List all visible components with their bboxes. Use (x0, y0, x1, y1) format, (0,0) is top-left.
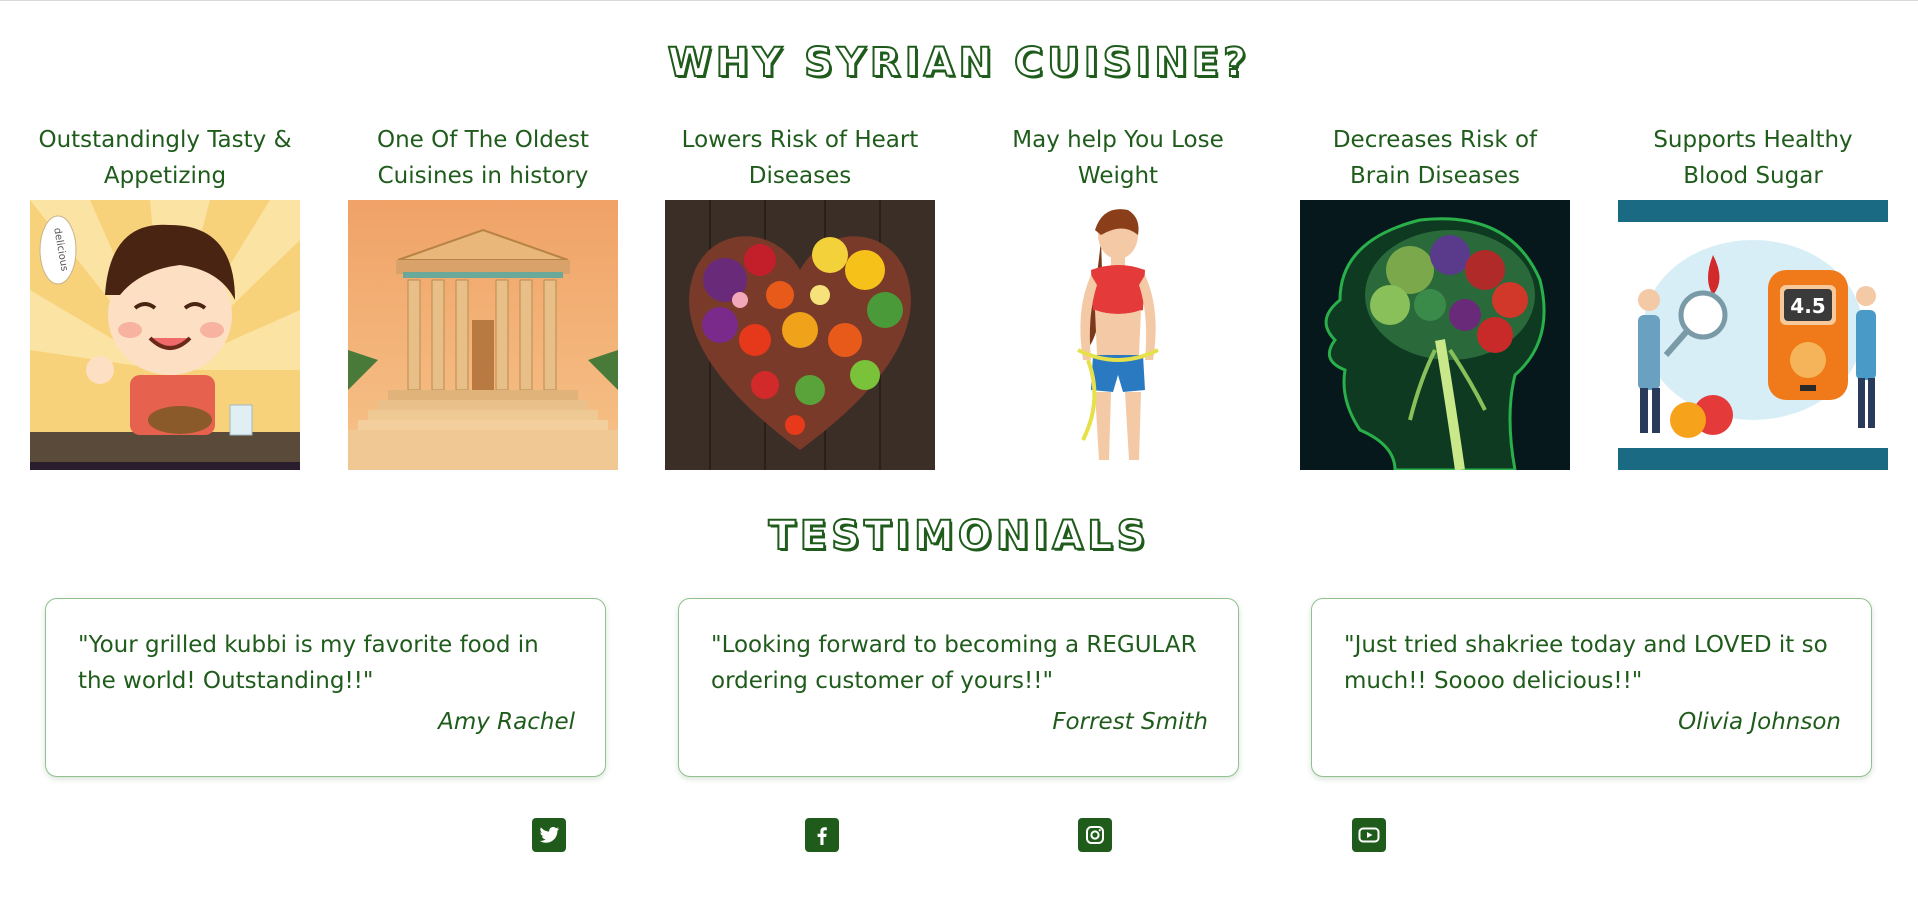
benefit-oldest: One Of The Oldest Cuisines in history (348, 116, 618, 470)
boy-tasting-food-image: delicious (30, 200, 300, 470)
ancient-temple-image (348, 200, 618, 470)
benefit-caption: Supports Healthy Blood Sugar (1653, 127, 1853, 189)
benefit-brain: Decreases Risk of Brain Diseases (1300, 116, 1570, 470)
testimonial-quote: "Your grilled kubbi is my favorite food … (78, 632, 539, 694)
testimonial-author: Olivia Johnson (1678, 709, 1841, 735)
benefit-blood-sugar: Supports Healthy Blood Sugar 4.5 (1618, 116, 1888, 470)
benefit-caption: Decreases Risk of Brain Diseases (1332, 127, 1538, 189)
testimonial-author: Forrest Smith (1052, 709, 1208, 735)
youtube-icon[interactable] (1352, 818, 1386, 852)
testimonial-quote: "Just tried shakriee today and LOVED it … (1344, 632, 1828, 694)
benefit-caption: Outstandingly Tasty & Appetizing (38, 127, 292, 189)
benefit-heart: Lowers Risk of Heart Diseases (665, 116, 935, 470)
social-links (0, 818, 1918, 858)
testimonial-card: "Just tried shakriee today and LOVED it … (1311, 598, 1872, 777)
top-divider (0, 0, 1918, 1)
woman-measuring-waist-image (983, 200, 1253, 470)
benefit-caption: May help You Lose Weight (1012, 127, 1224, 189)
testimonial-author: Amy Rachel (438, 709, 575, 735)
benefit-caption: One Of The Oldest Cuisines in history (377, 127, 589, 189)
benefit-tasty: Outstandingly Tasty & Appetizing delicio… (30, 116, 300, 470)
testimonial-card: "Looking forward to becoming a REGULAR o… (678, 598, 1239, 777)
benefits-row: Outstandingly Tasty & Appetizing delicio… (0, 116, 1918, 476)
glucose-reading: 4.5 (1790, 294, 1825, 318)
why-syrian-cuisine-heading: WHY SYRIAN CUISINE? (667, 39, 1251, 87)
heart-of-fruits-image (665, 200, 935, 470)
benefit-caption: Lowers Risk of Heart Diseases (681, 127, 919, 189)
testimonial-quote: "Looking forward to becoming a REGULAR o… (711, 632, 1197, 694)
testimonials-heading: TESTIMONIALS (767, 512, 1150, 560)
facebook-icon[interactable] (805, 818, 839, 852)
instagram-icon[interactable] (1078, 818, 1112, 852)
vegetable-brain-image (1300, 200, 1570, 470)
glucose-meter-image: 4.5 (1618, 200, 1888, 470)
benefit-weight: May help You Lose Weight (983, 116, 1253, 470)
twitter-icon[interactable] (532, 818, 566, 852)
testimonial-card: "Your grilled kubbi is my favorite food … (45, 598, 606, 777)
